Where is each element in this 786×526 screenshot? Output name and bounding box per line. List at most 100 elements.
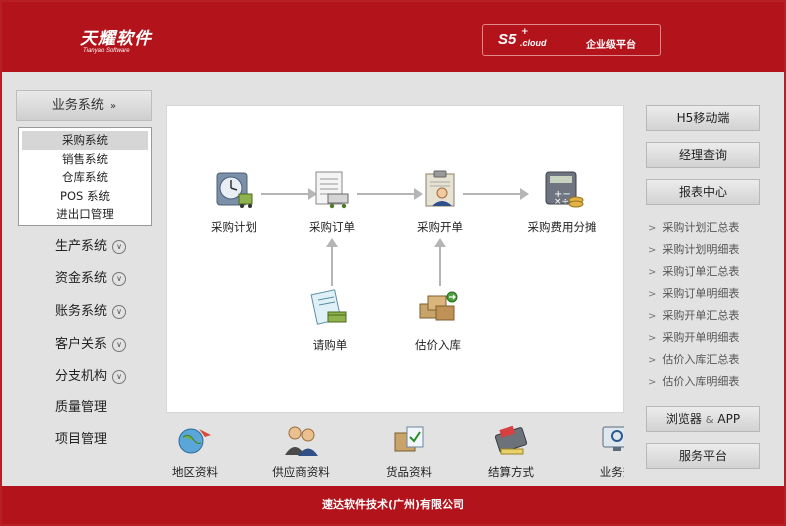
chevron-right-icon: > — [648, 223, 657, 234]
report-link-label: 采购订单明细表 — [662, 287, 740, 300]
badge-plus: + — [521, 27, 529, 37]
browser-app-button[interactable]: 浏览器 & APP — [646, 406, 760, 432]
quick-item-supplier[interactable]: 供应商资料 — [256, 423, 346, 479]
quick-item-region[interactable]: 地区资料 — [152, 423, 240, 479]
chevron-right-icon: > — [648, 289, 657, 300]
inventory-boxes-icon — [419, 291, 458, 321]
flow-node-purchase-order[interactable]: 采购订单 — [287, 170, 377, 235]
goods-box-icon — [394, 426, 424, 452]
workflow-panel: 采购计划 采购订单 采购开单 +− ×÷ 采购费用分摊 请购单 估价入库 — [166, 105, 624, 413]
sidebar-item-label: 质量管理 — [55, 400, 108, 415]
badge-s5: S5 — [498, 31, 517, 48]
sidebar-item-project[interactable]: 项目管理 — [55, 430, 107, 450]
report-link-label: 采购订单汇总表 — [662, 265, 740, 278]
badge-text: 企业级平台 — [586, 40, 636, 51]
report-link-label: 估价入库汇总表 — [662, 353, 740, 366]
badge-cloud: .cloud — [520, 38, 547, 48]
payment-terminal-icon — [494, 425, 528, 455]
chevron-right-icon: > — [648, 267, 657, 278]
flow-node-purchase-invoice[interactable]: 采购开单 — [395, 170, 485, 235]
submenu-item-pos[interactable]: POS 系统 — [22, 187, 148, 206]
app-footer: 速达软件技术(广州)有限公司 — [2, 486, 784, 524]
platform-badge: S5 + .cloud 企业级平台 — [482, 24, 661, 56]
supplier-people-icon — [285, 426, 318, 456]
report-link-label: 采购计划明细表 — [662, 243, 740, 256]
browser-app-label: APP — [717, 412, 741, 426]
browser-amp: & — [705, 415, 714, 426]
main-content: 业务系统» 采购系统 销售系统 仓库系统 POS 系统 进出口管理 生产系统 ∨ … — [2, 72, 784, 486]
quick-item-goods[interactable]: 货品资料 — [364, 423, 454, 479]
report-link[interactable]: > 采购开单明细表 — [648, 330, 739, 346]
expand-circle-icon: ∨ — [112, 305, 127, 319]
flow-node-label: 请购单 — [312, 338, 348, 352]
report-link[interactable]: > 估价入库明细表 — [648, 374, 739, 390]
chevron-right-icon: > — [648, 333, 657, 344]
sidebar-item-label: 生产系统 — [55, 239, 108, 254]
sidebar-item-label: 资金系统 — [55, 271, 108, 286]
report-link-label: 采购开单明细表 — [662, 331, 740, 344]
quick-item-label: 货品资料 — [386, 465, 432, 479]
chevron-right-icon: > — [648, 355, 657, 366]
service-platform-button[interactable]: 服务平台 — [646, 443, 760, 469]
flow-node-label: 采购开单 — [417, 220, 463, 234]
report-link[interactable]: > 采购计划汇总表 — [648, 220, 739, 236]
quick-item-label: 供应商资料 — [272, 465, 330, 479]
h5-mobile-button[interactable]: H5移动端 — [646, 105, 760, 131]
app-header: 天耀软件 Tianyao Software S5 + .cloud 企业级平台 — [2, 2, 784, 72]
calculator-icon: +− ×÷ — [545, 171, 584, 208]
sidebar-item-label: 项目管理 — [55, 432, 108, 447]
sidebar-item-branches[interactable]: 分支机构 ∨ — [55, 367, 127, 387]
flow-node-requisition[interactable]: 请购单 — [285, 288, 375, 353]
business-submenu: 采购系统 销售系统 仓库系统 POS 系统 进出口管理 — [18, 127, 152, 226]
business-system-button[interactable]: 业务系统 » — [16, 90, 152, 121]
sidebar-item-crm[interactable]: 客户关系 ∨ — [55, 335, 127, 355]
submenu-item-sales[interactable]: 销售系统 — [22, 150, 148, 169]
purchase-invoice-icon — [425, 170, 455, 207]
quick-item-business-query[interactable]: 业务查 — [572, 423, 624, 479]
chevron-right-icon: > — [648, 311, 657, 322]
flow-node-label: 采购计划 — [211, 220, 257, 234]
flow-node-cost-allocation[interactable]: +− ×÷ 采购费用分摊 — [507, 170, 617, 235]
manager-query-button[interactable]: 经理查询 — [646, 142, 760, 168]
sidebar-item-label: 客户关系 — [55, 337, 108, 352]
flow-node-label: 采购订单 — [309, 220, 355, 234]
report-link-label: 采购计划汇总表 — [662, 221, 740, 234]
quick-item-label: 结算方式 — [488, 465, 534, 479]
submenu-item-import-export[interactable]: 进出口管理 — [22, 205, 148, 224]
requisition-icon — [310, 289, 347, 325]
footer-company: 速达软件技术(广州)有限公司 — [321, 498, 465, 511]
quick-item-label: 地区资料 — [172, 465, 218, 479]
browser-label: 浏览器 — [665, 412, 702, 426]
submenu-item-purchase[interactable]: 采购系统 — [22, 131, 148, 150]
report-link-label: 采购开单汇总表 — [662, 309, 740, 322]
flow-arrow — [434, 238, 446, 286]
expand-circle-icon: ∨ — [112, 240, 127, 254]
logo-chinese: 天耀软件 — [80, 29, 152, 49]
flow-arrow — [326, 238, 338, 286]
flow-node-purchase-plan[interactable]: 采购计划 — [189, 170, 279, 235]
expand-circle-icon: ∨ — [112, 272, 127, 286]
sidebar-item-quality[interactable]: 质量管理 — [55, 398, 107, 418]
business-system-label: 业务系统 — [51, 98, 104, 113]
monitor-search-icon — [602, 426, 624, 451]
sidebar-item-accounting[interactable]: 账务系统 ∨ — [55, 302, 127, 322]
purchase-order-icon — [315, 171, 349, 209]
flow-node-label: 估价入库 — [415, 338, 461, 352]
report-link-label: 估价入库明细表 — [662, 375, 740, 388]
report-link[interactable]: > 估价入库汇总表 — [648, 352, 739, 368]
double-chevron-down-icon: » — [109, 101, 117, 112]
report-link[interactable]: > 采购订单明细表 — [648, 286, 739, 302]
report-center-button[interactable]: 报表中心 — [646, 179, 760, 205]
report-link[interactable]: > 采购计划明细表 — [648, 242, 739, 258]
sidebar-item-label: 账务系统 — [55, 304, 108, 319]
report-link[interactable]: > 采购订单汇总表 — [648, 264, 739, 280]
brand-logo: 天耀软件 Tianyao Software — [80, 24, 152, 54]
sidebar-item-funds[interactable]: 资金系统 ∨ — [55, 269, 127, 289]
report-link[interactable]: > 采购开单汇总表 — [648, 308, 739, 324]
chevron-right-icon: > — [648, 377, 657, 388]
quick-item-settlement[interactable]: 结算方式 — [466, 423, 556, 479]
region-globe-icon — [178, 428, 211, 454]
flow-node-estimated-receipt[interactable]: 估价入库 — [393, 288, 483, 353]
submenu-item-warehouse[interactable]: 仓库系统 — [22, 168, 148, 187]
sidebar-item-production[interactable]: 生产系统 ∨ — [55, 237, 127, 257]
